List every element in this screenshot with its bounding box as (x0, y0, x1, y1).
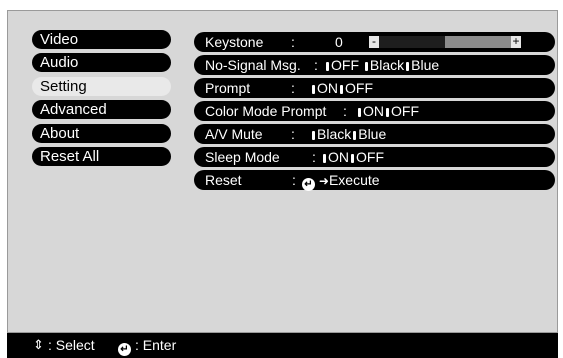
menu-item-label: Setting (40, 78, 87, 95)
option-marker (386, 107, 389, 117)
setting-colon: : (291, 126, 295, 142)
option-marker (351, 153, 354, 163)
option-group: Black Blue (310, 124, 386, 144)
setting-row-no-signal-msg[interactable]: No-Signal Msg. : OFF Black Blue (194, 55, 555, 75)
setting-label: Color Mode Prompt (205, 103, 327, 119)
option-group: ON OFF (310, 78, 373, 98)
reset-execute[interactable]: ↵ ➜Execute (302, 170, 380, 191)
footer-enter-label: : Enter (135, 337, 177, 353)
keystone-value: 0 (335, 34, 343, 50)
option-black[interactable]: Black (370, 57, 404, 73)
option-marker (312, 84, 315, 94)
menu-item-label: Audio (40, 54, 79, 71)
setting-label: No-Signal Msg. (205, 57, 301, 73)
option-marker (312, 130, 315, 140)
execute-label: Execute (328, 172, 380, 188)
footer-select-label: : Select (48, 337, 95, 353)
option-marker (358, 107, 361, 117)
slider-plus: + (511, 34, 521, 48)
option-marker (406, 61, 410, 71)
menu-item-label: Advanced (40, 101, 107, 118)
setting-colon: : (312, 149, 316, 165)
setting-colon: : (291, 80, 295, 96)
enter-icon: ↵ (302, 178, 315, 191)
menu-item-audio[interactable]: Audio (32, 53, 171, 72)
menu-item-label: About (40, 125, 80, 142)
menu-item-setting[interactable]: Setting (32, 77, 171, 96)
menu-item-advanced[interactable]: Advanced (32, 100, 171, 119)
menu-item-video[interactable]: Video (32, 30, 171, 49)
setting-label: Prompt (205, 80, 251, 96)
setting-label: A/V Mute (205, 126, 263, 142)
option-marker (326, 61, 329, 71)
projector-osd: Video Audio Setting Advanced About Reset… (0, 0, 563, 358)
option-off[interactable]: OFF (345, 80, 373, 96)
keystone-slider[interactable]: - + (369, 34, 521, 48)
setting-label: Reset (205, 172, 242, 188)
setting-colon: : (314, 57, 318, 73)
setting-row-reset[interactable]: Reset : ↵ ➜Execute (194, 170, 555, 191)
option-group: OFF Black Blue (324, 55, 439, 75)
setting-row-sleep-mode[interactable]: Sleep Mode : ON OFF (194, 147, 555, 167)
slider-minus: - (369, 35, 379, 48)
option-blue[interactable]: Blue (411, 57, 439, 73)
option-black[interactable]: Black (317, 126, 351, 142)
setting-colon: : (291, 34, 295, 50)
setting-row-prompt[interactable]: Prompt : ON OFF (194, 78, 555, 98)
option-on[interactable]: ON (328, 149, 349, 165)
setting-row-color-mode-prompt[interactable]: Color Mode Prompt : ON OFF (194, 101, 555, 121)
option-group: ON OFF (321, 147, 384, 167)
option-blue[interactable]: Blue (358, 126, 386, 142)
option-off[interactable]: OFF (331, 57, 359, 73)
menu-item-about[interactable]: About (32, 124, 171, 143)
menu-item-label: Reset All (40, 148, 100, 165)
setting-row-av-mute[interactable]: A/V Mute : Black Blue (194, 124, 555, 144)
setting-label: Sleep Mode (205, 149, 280, 165)
option-off[interactable]: OFF (356, 149, 384, 165)
footer-bar: ⇕ : Select ↵ : Enter (7, 333, 558, 358)
menu-item-label: Video (40, 31, 79, 48)
option-on[interactable]: ON (363, 103, 384, 119)
setting-colon: : (343, 103, 347, 119)
menu-item-reset-all[interactable]: Reset All (32, 147, 171, 166)
option-marker (340, 84, 343, 94)
right-arrow-icon: ➜ (318, 174, 329, 188)
option-group: ON OFF (356, 101, 419, 121)
up-down-arrow-icon: ⇕ (33, 337, 44, 352)
setting-row-keystone[interactable]: Keystone : 0 - + (194, 32, 555, 52)
setting-label: Keystone (205, 34, 264, 50)
setting-colon: : (292, 172, 296, 188)
option-marker (323, 153, 326, 163)
slider-fill (379, 36, 445, 48)
option-off[interactable]: OFF (391, 103, 419, 119)
option-marker (353, 130, 357, 140)
option-on[interactable]: ON (317, 80, 338, 96)
enter-icon: ↵ (118, 337, 131, 356)
option-marker (364, 61, 368, 71)
